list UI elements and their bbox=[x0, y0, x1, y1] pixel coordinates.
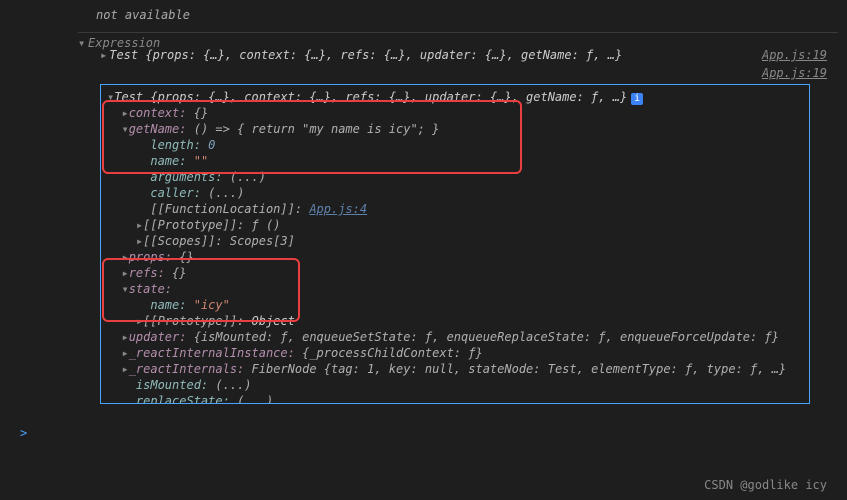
prop-length[interactable]: length: 0 bbox=[107, 137, 803, 153]
expanded-object-panel: ▾Test {props: {…}, context: {…}, refs: {… bbox=[100, 84, 810, 404]
prop-react-internals[interactable]: ▸_reactInternals: FiberNode {tag: 1, key… bbox=[107, 361, 803, 377]
prop-replacestate[interactable]: replaceState: (...) bbox=[107, 393, 803, 404]
prop-getname[interactable]: ▾getName: () => { return "my name is icy… bbox=[107, 121, 803, 137]
prop-context[interactable]: ▸context: {} bbox=[107, 105, 803, 121]
prop-function-location[interactable]: [[FunctionLocation]]: App.js:4 bbox=[107, 201, 803, 217]
info-icon[interactable]: i bbox=[631, 93, 643, 105]
chevron-down-icon: ▾ bbox=[121, 282, 128, 296]
prop-arguments[interactable]: arguments: (...) bbox=[107, 169, 803, 185]
chevron-right-icon: ▸ bbox=[121, 330, 128, 344]
source-link[interactable]: App.js:4 bbox=[309, 202, 367, 216]
source-link[interactable]: App.js:19 bbox=[762, 66, 827, 80]
chevron-right-icon: ▸ bbox=[121, 106, 128, 120]
prop-refs[interactable]: ▸refs: {} bbox=[107, 265, 803, 281]
status-message: not available bbox=[96, 8, 190, 22]
prop-scopes[interactable]: ▸[[Scopes]]: Scopes[3] bbox=[107, 233, 803, 249]
prop-state[interactable]: ▾state: bbox=[107, 281, 803, 297]
chevron-right-icon: ▸ bbox=[121, 346, 128, 360]
prop-caller[interactable]: caller: (...) bbox=[107, 185, 803, 201]
log-summary: Test {props: {…}, context: {…}, refs: {…… bbox=[109, 48, 622, 62]
prop-react-internal-instance[interactable]: ▸_reactInternalInstance: {_processChildC… bbox=[107, 345, 803, 361]
chevron-down-icon: ▾ bbox=[78, 36, 88, 50]
prop-state-name[interactable]: name: "icy" bbox=[107, 297, 803, 313]
prop-props[interactable]: ▸props: {} bbox=[107, 249, 803, 265]
prop-state-prototype[interactable]: ▸[[Prototype]]: Object bbox=[107, 313, 803, 329]
chevron-right-icon: ▸ bbox=[121, 362, 128, 376]
chevron-down-icon: ▾ bbox=[121, 122, 128, 136]
source-link[interactable]: App.js:19 bbox=[762, 48, 827, 62]
chevron-right-icon: ▸ bbox=[121, 266, 128, 280]
chevron-right-icon: ▸ bbox=[100, 48, 107, 62]
prop-ismounted[interactable]: isMounted: (...) bbox=[107, 377, 803, 393]
console-log-row[interactable]: ▸Test {props: {…}, context: {…}, refs: {… bbox=[100, 48, 827, 62]
prop-name[interactable]: name: "" bbox=[107, 153, 803, 169]
chevron-right-icon: ▸ bbox=[121, 250, 128, 264]
watermark: CSDN @godlike icy bbox=[704, 478, 827, 492]
prop-updater[interactable]: ▸updater: {isMounted: ƒ, enqueueSetState… bbox=[107, 329, 803, 345]
object-header-row[interactable]: ▾Test {props: {…}, context: {…}, refs: {… bbox=[107, 89, 803, 105]
prop-prototype[interactable]: ▸[[Prototype]]: ƒ () bbox=[107, 217, 803, 233]
console-prompt[interactable]: > bbox=[20, 426, 27, 440]
